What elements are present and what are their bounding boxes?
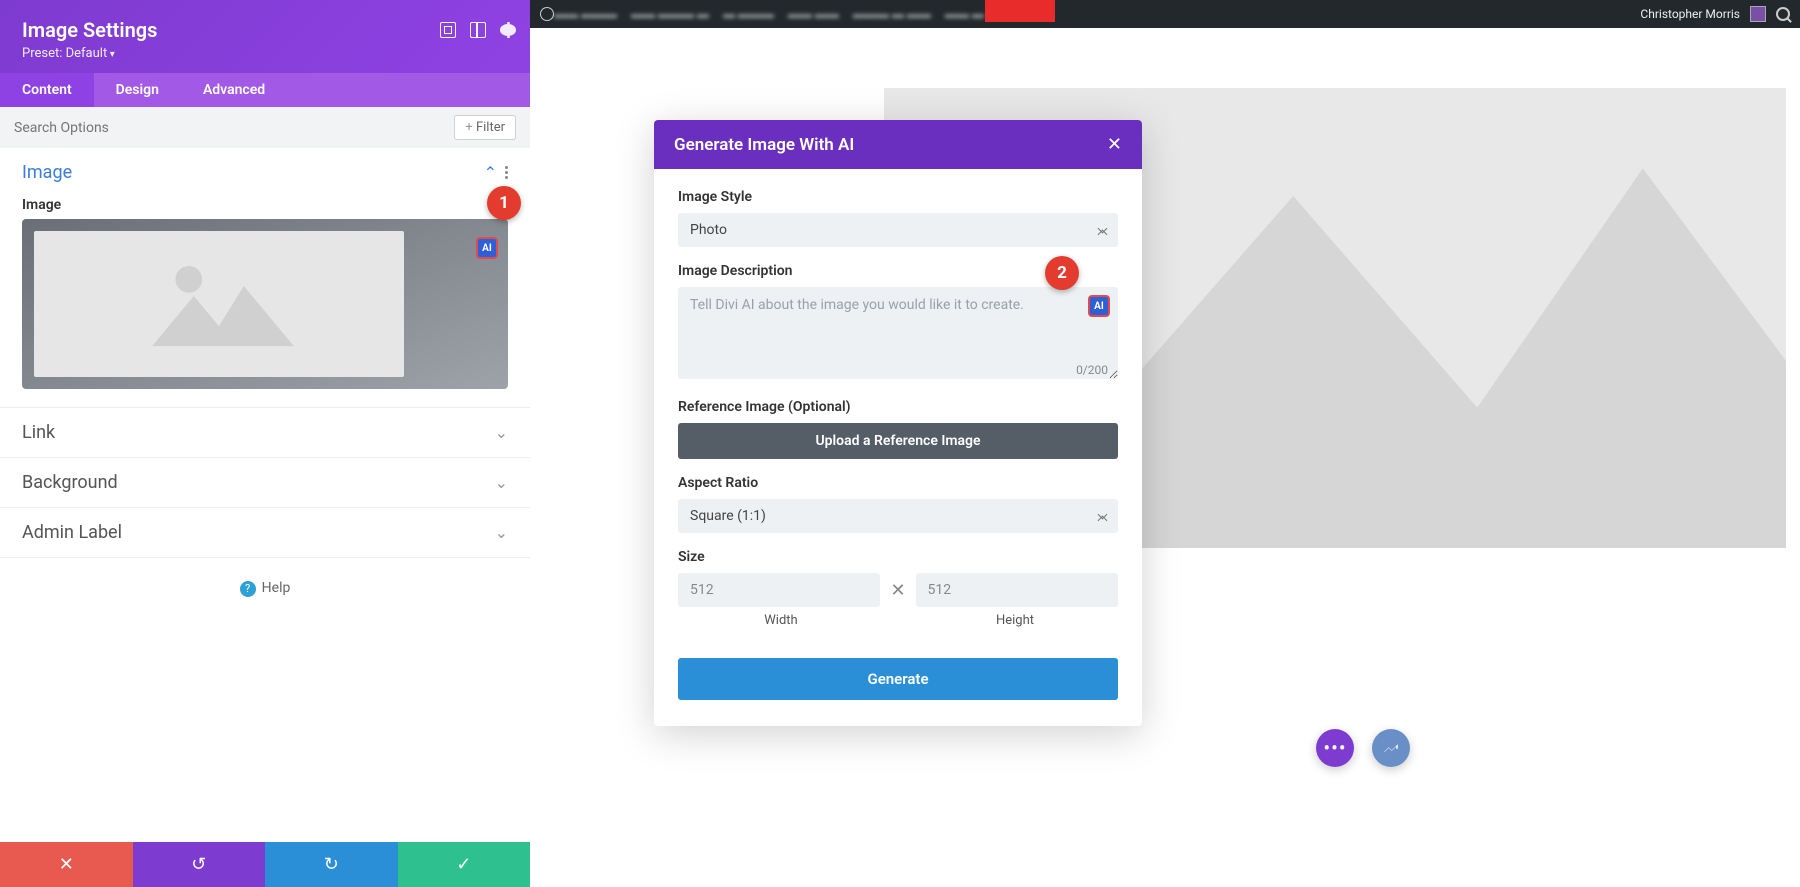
floating-actions: ••• <box>1316 729 1410 767</box>
upload-reference-button[interactable]: Upload a Reference Image <box>678 423 1118 459</box>
more-fab[interactable]: ••• <box>1316 729 1354 767</box>
generate-button[interactable]: Generate <box>678 658 1118 700</box>
section-head-admin-label[interactable]: Admin Label ⌄ <box>0 508 530 557</box>
redacted-block <box>985 0 1055 22</box>
section-image: Image ⌃ Image AI <box>0 148 530 408</box>
image-placeholder <box>34 231 404 377</box>
ai-modal: Generate Image With AI ✕ Image Style Pho… <box>654 120 1142 726</box>
section-head-background[interactable]: Background ⌄ <box>0 458 530 507</box>
chevron-down-icon: ⌄ <box>495 423 508 442</box>
section-link: Link ⌄ <box>0 408 530 458</box>
settings-panel: Image Settings Preset: Default Content D… <box>0 0 530 887</box>
width-input[interactable] <box>678 573 880 607</box>
label-reference-image: Reference Image (Optional) <box>678 399 1118 415</box>
tab-bar: Content Design Advanced <box>0 73 530 107</box>
tab-content[interactable]: Content <box>0 73 94 107</box>
wordpress-icon[interactable] <box>540 7 554 21</box>
textarea-wrap: AI 0/200 <box>678 287 1118 383</box>
section-title: Image <box>22 162 72 183</box>
expand-icon[interactable] <box>440 22 456 38</box>
close-icon[interactable]: ✕ <box>1107 134 1122 155</box>
size-separator: ✕ <box>890 580 905 601</box>
section-background: Background ⌄ <box>0 458 530 508</box>
size-row: ✕ <box>678 573 1118 607</box>
wp-admin-bar: ▬▬ ▬▬▬▬▬ ▬▬▬ ▬▬ ▬▬▬▬▬ ▬▬▬▬▬ ▬ ▬▬▬▬ ▬ Chr… <box>530 0 1800 28</box>
panel-header: Image Settings Preset: Default <box>0 0 530 73</box>
header-icons <box>440 22 516 38</box>
help-icon: ? <box>240 581 256 597</box>
select-aspect-ratio[interactable]: Square (1:1) <box>678 499 1118 533</box>
wp-bar-blurred: ▬▬ ▬▬▬▬▬ ▬▬▬ ▬▬ ▬▬▬▬▬ ▬▬▬▬▬ ▬ ▬▬▬▬ ▬ <box>554 7 984 21</box>
label-image-style: Image Style <box>678 189 1118 205</box>
section-head-image[interactable]: Image ⌃ <box>0 148 530 197</box>
panel-title: Image Settings <box>22 18 508 42</box>
height-input[interactable] <box>916 573 1118 607</box>
label-size: Size <box>678 549 1118 565</box>
preset-selector[interactable]: Preset: Default <box>22 46 508 61</box>
section-controls: ⌃ <box>484 163 508 182</box>
chevron-up-icon[interactable]: ⌃ <box>484 163 497 182</box>
undo-button[interactable]: ↺ <box>133 842 266 887</box>
tab-design[interactable]: Design <box>94 73 181 107</box>
user-name[interactable]: Christopher Morris <box>1640 7 1740 21</box>
chevron-down-icon: ⌄ <box>495 523 508 542</box>
section-body-image: Image AI <box>0 197 530 407</box>
select-image-style[interactable]: Photo <box>678 213 1118 247</box>
search-input[interactable] <box>14 120 454 136</box>
label-aspect-ratio: Aspect Ratio <box>678 475 1118 491</box>
width-sublabel: Width <box>678 613 884 628</box>
section-title: Link <box>22 422 55 443</box>
help-row[interactable]: ? Help <box>0 558 530 619</box>
annotation-2: 2 <box>1045 256 1079 290</box>
save-button[interactable]: ✓ <box>398 842 531 887</box>
bottom-action-bar: ✕ ↺ ↻ ✓ <box>0 842 530 887</box>
filter-button[interactable]: Filter <box>454 115 516 140</box>
ai-chip-icon[interactable]: AI <box>476 237 498 259</box>
modal-title: Generate Image With AI <box>674 135 854 155</box>
modal-body: Image Style Photo Image Description AI 0… <box>654 169 1142 658</box>
chevron-down-icon: ⌄ <box>495 473 508 492</box>
editor-canvas-area: ▬▬ ▬▬▬▬▬ ▬▬▬ ▬▬ ▬▬▬▬▬ ▬▬▬▬▬ ▬ ▬▬▬▬ ▬ Chr… <box>530 0 1800 887</box>
modal-header: Generate Image With AI ✕ <box>654 120 1142 169</box>
image-description-input[interactable] <box>678 287 1118 379</box>
redo-button[interactable]: ↻ <box>265 842 398 887</box>
layout-icon[interactable] <box>470 22 486 38</box>
ai-chip-icon[interactable]: AI <box>1088 295 1110 317</box>
kebab-icon[interactable] <box>500 22 516 38</box>
char-count: 0/200 <box>1076 363 1108 377</box>
image-preview[interactable]: AI <box>22 219 508 389</box>
section-admin-label: Admin Label ⌄ <box>0 508 530 558</box>
close-button[interactable]: ✕ <box>0 842 133 887</box>
tab-advanced[interactable]: Advanced <box>181 73 287 107</box>
ai-fab[interactable] <box>1372 729 1410 767</box>
section-title: Background <box>22 472 118 493</box>
search-icon[interactable] <box>1776 7 1790 21</box>
field-label-image: Image <box>22 197 508 213</box>
help-label: Help <box>262 580 291 596</box>
wp-bar-right: Christopher Morris <box>1640 6 1790 22</box>
kebab-icon[interactable] <box>505 166 508 179</box>
generate-wrap: Generate <box>654 658 1142 726</box>
annotation-1: 1 <box>487 186 521 220</box>
avatar[interactable] <box>1750 6 1766 22</box>
size-sublabels: Width Height <box>678 613 1118 628</box>
search-row: Filter <box>0 107 530 148</box>
section-title: Admin Label <box>22 522 122 543</box>
section-head-link[interactable]: Link ⌄ <box>0 408 530 457</box>
height-sublabel: Height <box>912 613 1118 628</box>
page-canvas: Generate Image With AI ✕ Image Style Pho… <box>530 28 1800 887</box>
